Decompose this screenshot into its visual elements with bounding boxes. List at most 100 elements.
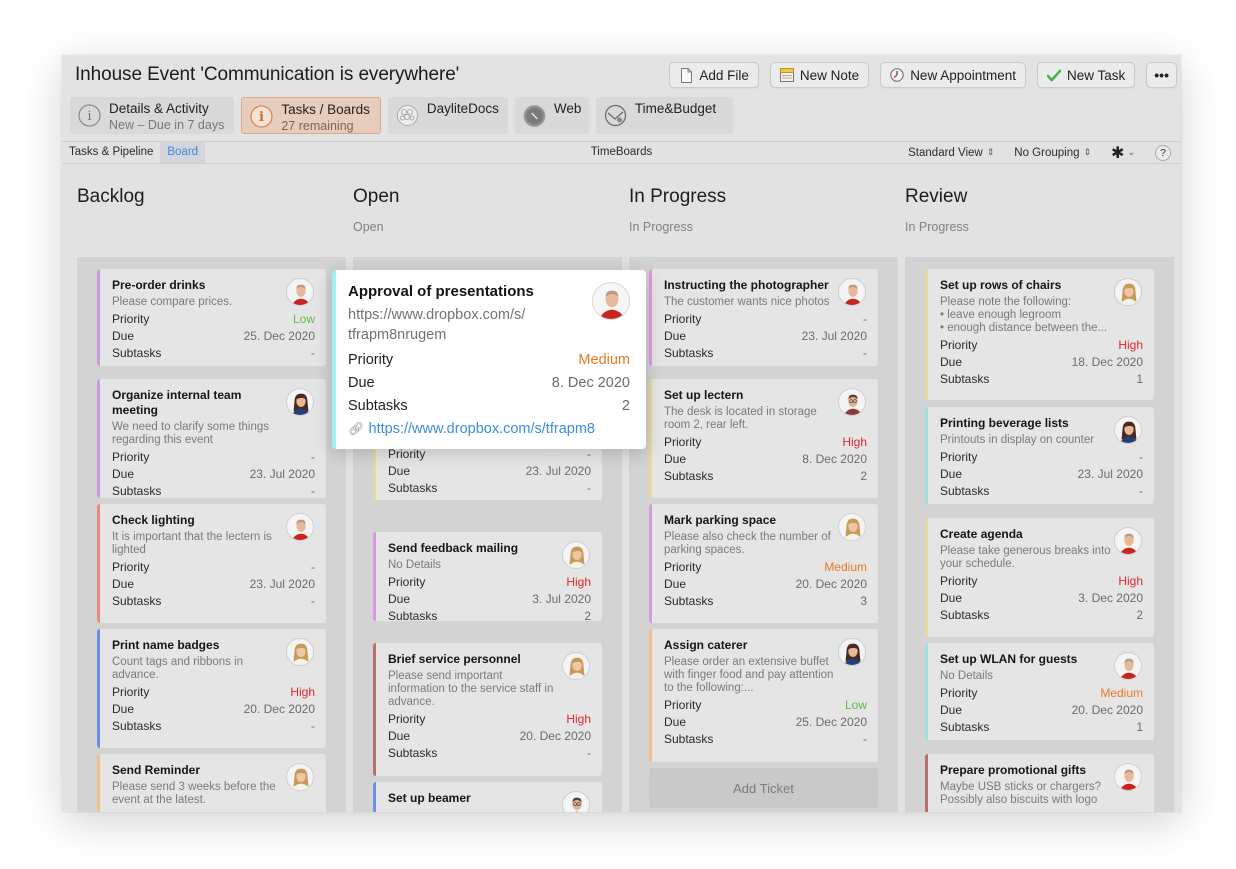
new-task-label: New Task — [1067, 67, 1126, 83]
popover-link-text: https://www.dropbox.com/s/tfrapm8 — [368, 421, 595, 437]
segment-tasks-pipeline[interactable]: Tasks & Pipeline — [62, 142, 160, 163]
priority-label: Priority — [388, 712, 426, 726]
card-due-row: Due 20. Dec 2020 — [664, 576, 867, 593]
card-subtasks-row: Subtasks - — [664, 731, 867, 748]
tab-daylitedocs[interactable]: DayliteDocs — [387, 97, 508, 134]
ellipsis-icon: ••• — [1154, 67, 1169, 83]
subtasks-label: Subtasks — [664, 346, 714, 360]
subtasks-value: 2 — [1136, 608, 1143, 622]
card-priority-row: Priority High — [112, 684, 315, 701]
timeboards-label[interactable]: TimeBoards — [591, 142, 653, 163]
task-card-popover[interactable]: Approval of presentations https://www.dr… — [332, 270, 646, 449]
new-task-button[interactable]: New Task — [1037, 62, 1136, 88]
tab-label: Time&Budget — [634, 101, 717, 116]
avatar — [838, 388, 866, 416]
subtasks-value: 2 — [584, 609, 591, 621]
view-select[interactable]: Standard View ⇕ — [908, 147, 994, 159]
tab-time-budget[interactable]: Time&Budget — [595, 97, 733, 134]
popover-link[interactable]: 🔗︎ https://www.dropbox.com/s/tfrapm8 — [348, 418, 630, 440]
priority-label: Priority — [664, 560, 702, 574]
task-card[interactable]: Mark parking space Please also check the … — [649, 504, 878, 623]
subtasks-value: 1 — [1136, 720, 1143, 734]
avatar — [1114, 652, 1142, 680]
time-budget-icon — [604, 104, 627, 127]
card-due-row: Due 20. Dec 2020 — [112, 701, 315, 718]
due-value: 8. Dec 2020 — [551, 375, 630, 391]
task-card[interactable]: Send feedback mailing No Details Priority… — [373, 532, 602, 621]
due-label: Due — [940, 703, 963, 717]
column-title: Review — [905, 186, 968, 207]
task-card[interactable]: Set up beamer — [373, 782, 602, 812]
card-subtasks-row: Subtasks - — [112, 593, 315, 610]
task-card[interactable]: Set up WLAN for guests No Details Priorit… — [925, 643, 1154, 740]
task-card[interactable]: Printing beverage lists Printouts in disp… — [925, 407, 1154, 504]
tab-tasks-boards[interactable]: i Tasks / Boards 27 remaining — [241, 97, 381, 134]
card-due-row: Due 23. Jul 2020 — [112, 576, 315, 593]
new-note-button[interactable]: New Note — [769, 62, 870, 88]
task-card[interactable]: Pre-order drinks Please compare prices. P… — [97, 269, 326, 366]
column-title: Backlog — [77, 186, 145, 207]
tab-details-activity[interactable]: i Details & Activity New – Due in 7 days — [70, 97, 235, 134]
task-card[interactable]: Check lighting It is important that the l… — [97, 504, 326, 623]
priority-value: Medium — [578, 352, 630, 368]
priority-value: High — [566, 575, 591, 589]
task-card[interactable]: Assign caterer Please order an extensive … — [649, 629, 878, 762]
help-button[interactable]: ? — [1155, 144, 1171, 161]
grouping-select[interactable]: No Grouping ⇕ — [1014, 147, 1091, 159]
add-ticket-button[interactable]: Add Ticket — [649, 768, 878, 808]
more-button[interactable]: ••• — [1146, 62, 1177, 88]
due-value: 23. Jul 2020 — [801, 329, 867, 343]
add-file-button[interactable]: Add File — [669, 62, 759, 88]
due-label: Due — [664, 329, 687, 343]
card-due-row: Due 3. Dec 2020 — [940, 590, 1143, 607]
tab-subtitle: 27 remaining — [281, 119, 354, 133]
header: Inhouse Event 'Communication is everywhe… — [62, 55, 1181, 141]
subtasks-label: Subtasks — [940, 372, 990, 386]
add-file-label: Add File — [699, 67, 749, 83]
task-card[interactable]: Set up rows of chairs Please note the fol… — [925, 269, 1154, 400]
avatar — [562, 791, 590, 812]
grouping-select-value: No Grouping — [1014, 146, 1080, 159]
avatar — [286, 513, 314, 541]
segment-board[interactable]: Board — [160, 142, 206, 163]
card-title: Set up lectern — [664, 388, 744, 402]
task-card[interactable]: Send Reminder Please send 3 weeks before … — [97, 754, 326, 812]
subtasks-value: - — [311, 719, 315, 733]
task-card[interactable]: Instructing the photographer The customer… — [649, 269, 878, 366]
card-title: Print name badges — [112, 638, 220, 652]
lane-review: Set up rows of chairs Please note the fol… — [905, 257, 1174, 812]
priority-value: - — [311, 450, 315, 464]
card-subtasks-row: Subtasks - — [664, 345, 867, 362]
card-title: Brief service personnel — [388, 652, 521, 666]
due-value: 23. Jul 2020 — [525, 464, 591, 478]
card-priority-row: Priority High — [664, 434, 867, 451]
settings-menu-button[interactable]: ✱ ⌄ — [1111, 143, 1135, 163]
task-card[interactable]: Create agenda Please take generous breaks… — [925, 518, 1154, 637]
priority-label: Priority — [112, 312, 150, 326]
card-title: Set up WLAN for guests — [940, 652, 1078, 666]
new-appointment-button[interactable]: New Appointment — [880, 62, 1026, 88]
lane-backlog: Pre-order drinks Please compare prices. P… — [77, 257, 346, 812]
card-title: Create agenda — [940, 527, 1023, 541]
priority-value: - — [863, 312, 867, 326]
due-value: 20. Dec 2020 — [795, 577, 867, 591]
subtasks-value: - — [863, 732, 867, 746]
task-card[interactable]: Print name badges Count tags and ribbons … — [97, 629, 326, 748]
subtasks-label: Subtasks — [348, 398, 408, 414]
task-card[interactable]: Organize internal team meeting We need to… — [97, 379, 326, 498]
card-subtasks-row: Subtasks - — [940, 483, 1143, 500]
task-card[interactable]: Set up lectern The desk is located in sto… — [649, 379, 878, 498]
task-card[interactable]: Prepare promotional gifts Maybe USB stick… — [925, 754, 1154, 812]
popover-title: Approval of presentations — [348, 283, 534, 300]
due-label: Due — [664, 715, 687, 729]
card-priority-row: Priority High — [388, 711, 591, 728]
due-label: Due — [388, 592, 411, 606]
due-value: 25. Dec 2020 — [795, 715, 867, 729]
card-subtasks-row: Subtasks - — [388, 480, 591, 497]
task-card[interactable]: Brief service personnel Please send impor… — [373, 643, 602, 776]
card-due-row: Due 23. Jul 2020 — [388, 463, 591, 480]
card-priority-row: Priority - — [940, 449, 1143, 466]
avatar — [562, 652, 590, 680]
tab-web[interactable]: Web — [514, 97, 589, 134]
card-due-row: Due 25. Dec 2020 — [112, 328, 315, 345]
